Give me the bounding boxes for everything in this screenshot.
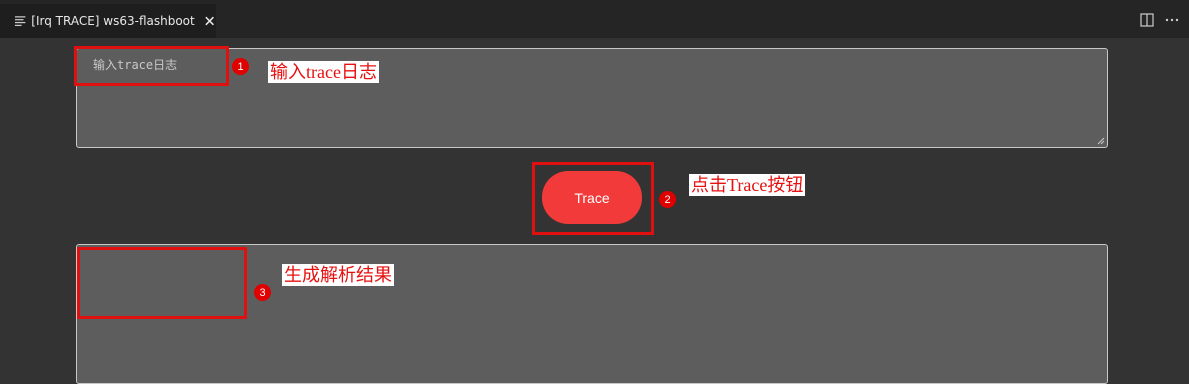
trace-log-input[interactable]: 输入trace日志	[76, 48, 1108, 148]
preview-lines-icon	[14, 16, 26, 27]
annotation-box-2	[532, 162, 654, 235]
split-editor-icon[interactable]	[1139, 12, 1155, 28]
tab-title: [Irq TRACE] ws63-flashboot	[31, 14, 195, 28]
annotation-badge-1: 1	[232, 58, 249, 75]
close-icon[interactable]	[203, 14, 216, 28]
resize-grip-icon[interactable]	[1097, 137, 1105, 145]
editor-tab-bar: [Irq TRACE] ws63-flashboot	[0, 0, 1189, 38]
annotation-label-3: 生成解析结果	[282, 264, 394, 286]
annotation-box-1	[74, 46, 229, 86]
annotation-label-2: 点击Trace按钮	[689, 174, 806, 196]
annotation-box-3	[77, 247, 247, 319]
editor-tab[interactable]: [Irq TRACE] ws63-flashboot	[0, 4, 216, 38]
annotation-badge-2: 2	[659, 191, 676, 208]
annotation-label-1: 输入trace日志	[268, 61, 379, 83]
annotation-badge-3: 3	[254, 284, 271, 301]
more-actions-icon[interactable]	[1164, 12, 1180, 28]
